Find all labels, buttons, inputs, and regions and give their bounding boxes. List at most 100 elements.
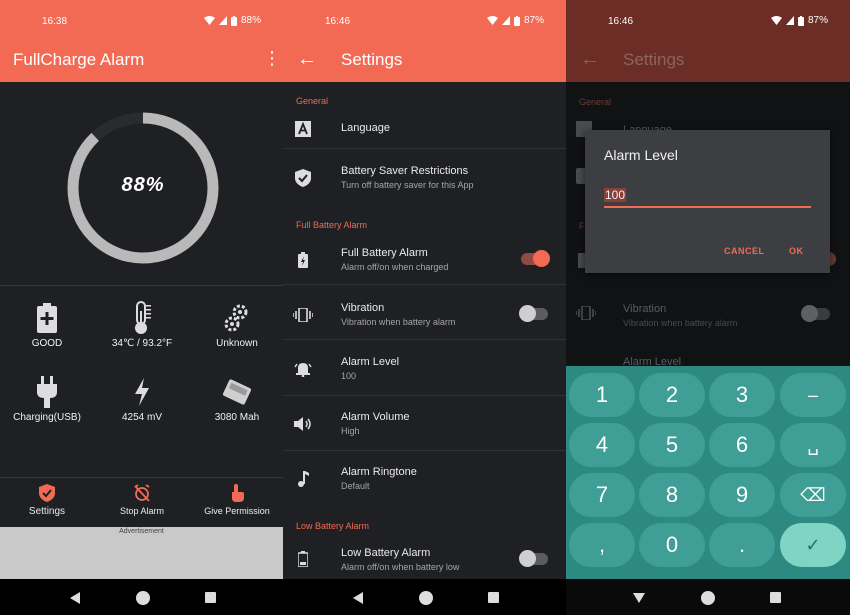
- key-9[interactable]: 9: [709, 473, 775, 517]
- setting-low-alarm-title: Low Battery Alarm: [341, 547, 431, 559]
- ok-button[interactable]: OK: [789, 246, 804, 256]
- nav-stop-alarm[interactable]: Stop Alarm: [95, 484, 189, 516]
- setting-saver-subtitle: Turn off battery saver for this App: [341, 180, 474, 190]
- shield-check-icon: [293, 168, 313, 188]
- alarm-level-dialog-screen: 16:46 87% ← Settings General Language F …: [566, 0, 850, 615]
- setting-volume-value: High: [341, 426, 360, 436]
- status-time: 16:46: [325, 16, 351, 27]
- battery-charging-icon: [293, 250, 313, 270]
- battery-percent: 87%: [523, 15, 544, 26]
- battery-low-icon: [293, 549, 313, 569]
- nav-stop-alarm-label: Stop Alarm: [119, 506, 165, 516]
- ad-banner[interactable]: Advertisement: [0, 527, 283, 580]
- back-arrow-icon: ←: [580, 48, 600, 70]
- setting-level-value: 100: [341, 371, 357, 381]
- home-icon[interactable]: [701, 591, 715, 605]
- numeric-keyboard: 1 2 3 – 4 5 6 ␣ 7 8 9 ⌫ , 0 . ✓: [566, 366, 850, 579]
- key-7[interactable]: 7: [569, 473, 635, 517]
- alarm-bell-icon: [293, 359, 313, 379]
- key-backspace[interactable]: ⌫: [780, 473, 846, 517]
- app-bar: ← Settings: [566, 38, 850, 82]
- key-minus[interactable]: –: [780, 373, 846, 417]
- stat-technology: Unknown: [190, 298, 283, 349]
- ad-label: Advertisement: [119, 528, 164, 535]
- hand-tap-icon: [232, 484, 244, 502]
- signal-icon: [218, 16, 227, 25]
- nav-give-permission[interactable]: Give Permission: [190, 484, 283, 516]
- volume-icon: [293, 414, 313, 434]
- bottom-navigation: Settings Stop Alarm Give Permission: [0, 478, 283, 528]
- setting-alarm-level[interactable]: Alarm Level 100: [283, 356, 566, 396]
- stat-temperature: 34℃ / 93.2°F: [95, 298, 189, 349]
- alarm-level-input[interactable]: 100: [604, 188, 811, 208]
- setting-alarm-ringtone[interactable]: Alarm Ringtone Default: [283, 466, 566, 506]
- alarm-level-dialog: Alarm Level 100 CANCEL OK: [585, 130, 830, 273]
- key-2[interactable]: 2: [639, 373, 705, 417]
- key-6[interactable]: 6: [709, 423, 775, 467]
- setting-language[interactable]: Language: [283, 119, 566, 149]
- stat-plug: Charging(USB): [0, 372, 94, 423]
- language-icon: [293, 119, 313, 139]
- battery-percent: 87%: [807, 15, 828, 26]
- stat-plug-label: Charging(USB): [13, 412, 81, 423]
- nav-settings[interactable]: Settings: [0, 484, 94, 517]
- key-comma[interactable]: ,: [569, 523, 635, 567]
- home-icon[interactable]: [136, 591, 150, 605]
- wifi-icon: [486, 16, 498, 25]
- key-3[interactable]: 3: [709, 373, 775, 417]
- wifi-icon: [203, 16, 215, 25]
- key-1[interactable]: 1: [569, 373, 635, 417]
- setting-battery-saver[interactable]: Battery Saver Restrictions Turn off batt…: [283, 165, 566, 205]
- stat-capacity: 3080 Mah: [190, 372, 283, 423]
- section-low-battery: Low Battery Alarm: [296, 521, 370, 531]
- setting-ringtone-value: Default: [341, 481, 370, 491]
- section-full-dimmed: F: [579, 221, 585, 231]
- key-5[interactable]: 5: [639, 423, 705, 467]
- vibration-icon: [293, 305, 313, 325]
- recents-icon[interactable]: [205, 592, 216, 603]
- cancel-button[interactable]: CANCEL: [724, 246, 765, 256]
- nav-settings-label: Settings: [28, 506, 66, 517]
- home-icon[interactable]: [419, 591, 433, 605]
- more-vert-icon[interactable]: ⋮: [263, 48, 281, 68]
- key-8[interactable]: 8: [639, 473, 705, 517]
- setting-saver-title: Battery Saver Restrictions: [341, 165, 469, 177]
- low-alarm-toggle[interactable]: [519, 550, 548, 567]
- setting-full-battery-alarm[interactable]: Full Battery Alarm Alarm off/on when cha…: [283, 247, 566, 285]
- back-icon[interactable]: [353, 592, 363, 604]
- status-time: 16:46: [608, 16, 634, 27]
- system-navigation-bar: [283, 579, 566, 615]
- full-alarm-toggle[interactable]: [521, 250, 550, 267]
- thermometer-icon: [135, 301, 151, 334]
- setting-low-battery-alarm[interactable]: Low Battery Alarm Alarm off/on when batt…: [283, 547, 566, 579]
- section-general-dimmed: General: [579, 97, 612, 107]
- system-navigation-bar: [566, 579, 850, 615]
- vibration-sub-dimmed: Vibration when battery alarm: [623, 318, 738, 328]
- setting-language-title: Language: [341, 122, 390, 134]
- key-done[interactable]: ✓: [780, 523, 846, 567]
- status-bar: 16:46 87%: [283, 0, 566, 38]
- alarm-off-icon: [134, 484, 150, 502]
- section-full-battery: Full Battery Alarm: [296, 220, 368, 230]
- vibration-toggle[interactable]: [519, 305, 548, 322]
- battery-ring: 88%: [65, 110, 221, 266]
- recents-icon[interactable]: [770, 592, 781, 603]
- stat-voltage-label: 4254 mV: [121, 412, 163, 423]
- setting-vibration[interactable]: Vibration Vibration when battery alarm: [283, 302, 566, 340]
- divider: [0, 285, 283, 286]
- stat-capacity-label: 3080 Mah: [214, 412, 260, 423]
- setting-vibration-subtitle: Vibration when battery alarm: [341, 317, 456, 327]
- key-space[interactable]: ␣: [780, 423, 846, 467]
- setting-full-alarm-title: Full Battery Alarm: [341, 247, 428, 259]
- key-4[interactable]: 4: [569, 423, 635, 467]
- back-arrow-icon[interactable]: ←: [297, 48, 317, 71]
- key-period[interactable]: .: [709, 523, 775, 567]
- key-0[interactable]: 0: [639, 523, 705, 567]
- back-icon[interactable]: [70, 592, 80, 604]
- keyboard-hide-icon[interactable]: [633, 593, 645, 603]
- gears-icon: [224, 304, 248, 332]
- setting-alarm-volume[interactable]: Alarm Volume High: [283, 411, 566, 451]
- recents-icon[interactable]: [488, 592, 499, 603]
- battery-percent: 88%: [240, 15, 261, 26]
- vibration-toggle-dimmed: [801, 305, 830, 322]
